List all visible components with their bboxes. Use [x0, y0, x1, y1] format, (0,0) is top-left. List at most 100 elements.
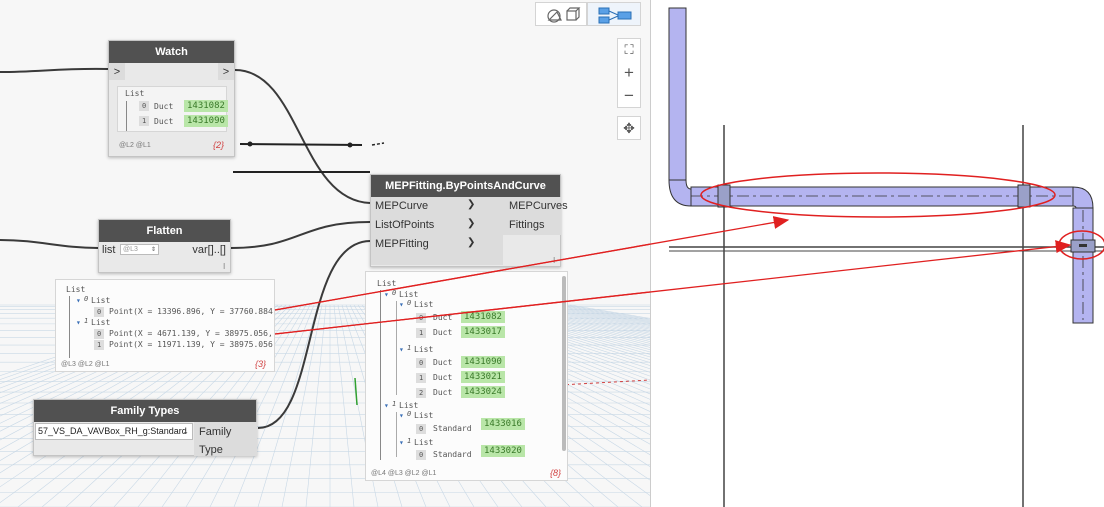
node-foot: l: [553, 256, 555, 265]
watch-preview: List 0 Duct 1431082 1 Duct 1431090: [117, 86, 228, 132]
list-header: List: [125, 89, 145, 98]
wire: [230, 221, 371, 249]
item-type: Duct: [433, 358, 453, 367]
list-count: {8}: [549, 468, 561, 478]
sublist-label: List: [414, 300, 434, 309]
level-value: @L3: [123, 246, 138, 253]
item-index: 0: [416, 313, 427, 323]
expand-toggle[interactable]: ▾: [384, 401, 389, 410]
expand-toggle[interactable]: ▾: [399, 411, 404, 420]
duct-elbow-right: [1072, 186, 1094, 209]
input-mepcurve[interactable]: MEPCurve: [375, 197, 428, 215]
output-mepcurves[interactable]: MEPCurves: [509, 197, 568, 215]
list-levels: @L3 @L2 @L1: [61, 361, 110, 368]
point-value: Point(X = 11971.139, Y = 38975.056: [109, 340, 273, 349]
vav-fitting-marker: [1079, 244, 1087, 247]
duct-horizontal: [690, 186, 1074, 207]
item-type: Duct: [433, 388, 453, 397]
flatten-input-list[interactable]: list: [102, 241, 115, 259]
item-index: 0: [139, 101, 150, 111]
revit-plan-view[interactable]: [650, 0, 1104, 507]
tree-line: [69, 296, 70, 358]
sublist-index: 0: [407, 299, 412, 307]
tree-line: [126, 101, 127, 131]
node-title: MEPFitting.ByPointsAndCurve: [371, 175, 560, 197]
flatten-output[interactable]: var[]..[]: [192, 241, 226, 259]
sublist-label: List: [399, 401, 419, 410]
tree-line: [380, 290, 381, 460]
expand-toggle[interactable]: ▾: [399, 345, 404, 354]
graph-icon: [598, 7, 632, 24]
item-type: Duct: [154, 117, 174, 126]
item-index: 0: [94, 329, 105, 339]
shapes-icon: [547, 7, 581, 23]
sublist-index: 1: [407, 344, 412, 352]
item-index: 0: [416, 450, 427, 460]
item-value: 1433016: [481, 418, 525, 430]
node-title: Flatten: [99, 220, 230, 242]
family-type-dropdown[interactable]: 57_VS_DA_VAVBox_RH_g:Standard ⌄: [35, 423, 193, 440]
dropdown-value: 57_VS_DA_VAVBox_RH_g:Standard: [38, 426, 187, 436]
item-value: 1433021: [461, 371, 505, 383]
item-type: Duct: [433, 313, 453, 322]
wire-segment: [371, 142, 385, 146]
graph-view-button[interactable]: [587, 2, 641, 26]
chevron-right-icon: ❯: [467, 199, 476, 210]
duct-plan: [668, 7, 1104, 507]
flatten-node[interactable]: Flatten list @L3 ⇕ var[]..[] l: [98, 219, 231, 273]
input-mepfitting[interactable]: MEPFitting: [375, 235, 429, 253]
zoom-in-button[interactable]: +: [618, 61, 640, 85]
wire: [0, 67, 109, 73]
vav-fitting: [1017, 184, 1031, 208]
dynamo-canvas[interactable]: ⛶ + − ✥ Watch > > List 0 Duct 1431082 1 …: [0, 0, 650, 507]
expand-toggle[interactable]: ▾: [399, 438, 404, 447]
point-value: Point(X = 13396.896, Y = 37760.884: [109, 307, 273, 316]
list-count: {2}: [212, 140, 224, 150]
pan-button[interactable]: ✥: [617, 116, 641, 140]
expand-toggle[interactable]: ▾: [399, 300, 404, 309]
vav-fitting: [717, 184, 731, 208]
sublist-label: List: [91, 296, 111, 305]
expand-toggle[interactable]: ▾: [76, 318, 81, 327]
item-type: Standard: [433, 450, 472, 459]
family-types-node[interactable]: Family Types 57_VS_DA_VAVBox_RH_g:Standa…: [33, 399, 257, 456]
geometry-view-button[interactable]: [535, 2, 587, 26]
level-selector[interactable]: @L3 ⇕: [120, 244, 159, 255]
sublist-index: 1: [84, 317, 89, 325]
input-listofpoints[interactable]: ListOfPoints: [375, 216, 434, 234]
points-preview: List ▾ 0 List 0 Point(X = 13396.896, Y =…: [55, 279, 275, 372]
expand-toggle[interactable]: ▾: [76, 296, 81, 305]
chevron-right-icon: ❯: [467, 218, 476, 229]
output-family-type[interactable]: Family Type: [199, 423, 256, 459]
pan-icon: ✥: [623, 120, 635, 136]
item-index: 0: [416, 424, 427, 434]
point-value: Point(X = 4671.139, Y = 38975.056,: [109, 329, 273, 338]
scrollbar[interactable]: [562, 276, 566, 451]
wire-segment: [239, 143, 363, 146]
chevron-right-icon: ❯: [467, 237, 476, 248]
sublist-index: 1: [392, 400, 397, 408]
watch-input-port[interactable]: >: [109, 63, 125, 80]
item-index: 1: [416, 328, 427, 338]
fit-view-button[interactable]: ⛶: [618, 39, 640, 61]
zoom-out-button[interactable]: −: [618, 85, 640, 107]
duct-vertical-left: [668, 7, 687, 181]
item-value: 1431090: [461, 356, 505, 368]
tree-line: [396, 301, 397, 395]
mep-preview: List ▾ 0 List ▾ 0 List 0 Duct 1431082 1 …: [365, 271, 568, 481]
item-value: 1433017: [461, 326, 505, 338]
node-title: Family Types: [34, 400, 256, 422]
output-fittings[interactable]: Fittings: [509, 216, 544, 234]
zoom-controls: ⛶ + −: [617, 38, 641, 108]
mepfitting-node[interactable]: MEPFitting.ByPointsAndCurve MEPCurve ❯ L…: [370, 174, 568, 267]
item-index: 1: [139, 116, 150, 126]
item-value: 1431082: [184, 100, 228, 112]
item-index: 0: [94, 307, 105, 317]
list-header: List: [66, 285, 86, 294]
list-levels: @L4 @L3 @L2 @L1: [371, 470, 437, 477]
expand-toggle[interactable]: ▾: [384, 290, 389, 299]
sublist-index: 0: [407, 410, 412, 418]
watch-node[interactable]: Watch > > List 0 Duct 1431082 1 Duct 143…: [108, 40, 235, 157]
watch-output-port[interactable]: >: [218, 63, 234, 80]
item-value: 1431090: [184, 115, 228, 127]
